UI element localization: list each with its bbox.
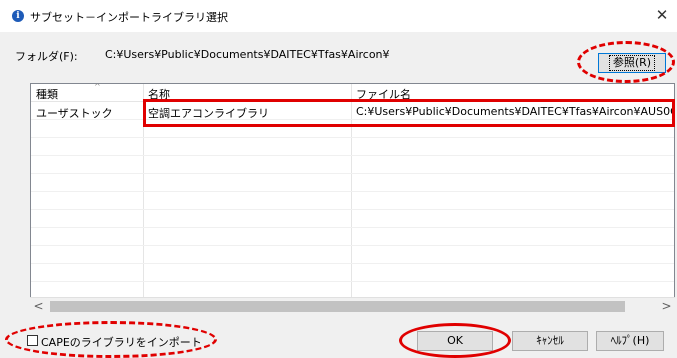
folder-label: フォルダ(F):	[15, 50, 78, 63]
row-highlight-annotation	[143, 99, 675, 127]
grid-line	[31, 209, 674, 210]
grid-line	[31, 173, 674, 174]
row-type: ユーザストック	[36, 107, 113, 120]
browse-highlight-annotation	[577, 41, 675, 83]
grid-line	[31, 281, 674, 282]
grid-line	[31, 245, 674, 246]
checkbox-highlight-annotation	[5, 321, 217, 358]
scrollbar-thumb[interactable]	[50, 301, 625, 312]
column-type[interactable]: 種類	[36, 86, 58, 102]
grid-line	[31, 263, 674, 264]
grid-line	[31, 155, 674, 156]
grid-line	[31, 227, 674, 228]
title-bar: i サブセット－インポートライブラリ選択 ✕	[0, 0, 677, 32]
ok-highlight-annotation	[399, 323, 511, 358]
help-button[interactable]: ﾍﾙﾌﾟ(H)	[596, 331, 664, 351]
sort-indicator-icon: ^	[94, 83, 101, 91]
grid-line	[31, 137, 674, 138]
cancel-button[interactable]: ｷｬﾝｾﾙ	[512, 331, 588, 351]
scroll-right-icon[interactable]: >	[658, 298, 675, 315]
folder-path: C:¥Users¥Public¥Documents¥DAITEC¥Tfas¥Ai…	[105, 48, 390, 61]
info-icon: i	[12, 10, 24, 22]
horizontal-scrollbar[interactable]: < >	[30, 297, 675, 315]
window-title: サブセット－インポートライブラリ選択	[30, 11, 228, 24]
scroll-left-icon[interactable]: <	[30, 298, 47, 315]
close-icon[interactable]: ✕	[653, 6, 671, 24]
grid-line	[31, 191, 674, 192]
